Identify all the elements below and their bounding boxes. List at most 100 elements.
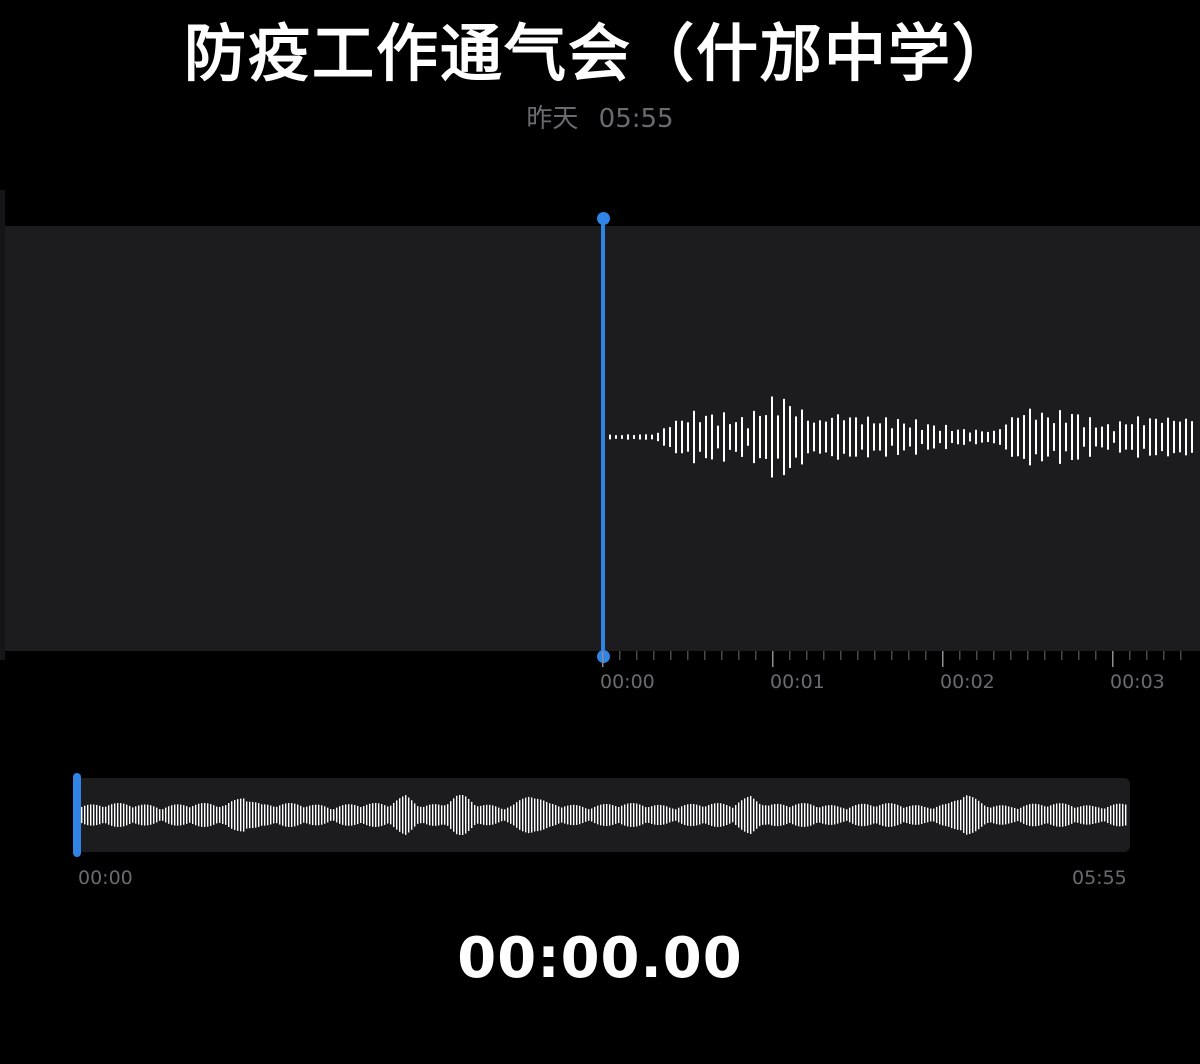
overview-bar [345,804,347,826]
overview-bar [996,805,998,825]
overview-bar [231,801,233,829]
overview-bar [912,805,914,825]
playhead-line[interactable] [601,218,605,658]
ruler-minor-tick [891,651,893,660]
waveform-bar [687,422,689,452]
overview-bar [417,806,419,824]
overview-bar [1062,803,1064,827]
waveform-bar [705,415,707,459]
overview-bar [423,806,425,824]
waveform-bar [963,429,965,445]
ruler-minor-tick [721,651,723,660]
overview-bar [279,805,281,825]
overview-bar [1050,805,1052,825]
playhead-top-handle[interactable] [597,212,610,225]
overview-bar [396,800,398,830]
overview-bar [507,807,509,823]
overview-bar [570,805,572,825]
overview-bar [1038,804,1040,826]
overview-bar [837,806,839,824]
ruler-minor-tick [1129,651,1131,660]
overview-bar [435,804,437,826]
overview-bar [759,803,761,827]
overview-bar [753,798,755,832]
overview-bar [246,801,248,829]
waveform-bar [1083,427,1085,447]
overview-bar [708,805,710,825]
waveform-bar [621,435,623,439]
overview-bar [729,806,731,824]
overview-scrub-handle[interactable] [73,773,81,857]
overview-bar [879,805,881,825]
ruler-label-1: 00:01 [770,671,825,693]
overview-bar [780,804,782,826]
overview-bar [744,798,746,832]
overview-bar [327,807,329,823]
overview-bar [849,807,851,823]
overview-bar [147,804,149,826]
waveform-bar [1179,421,1181,453]
overview-bar [981,803,983,827]
overview-bar [948,803,950,827]
overview-bar [885,803,887,827]
overview-bar [918,805,920,825]
overview-bar [747,796,749,834]
overview-bar [858,804,860,826]
waveform-bar [663,428,665,446]
overview-bar [897,804,899,826]
overview-bar [399,798,401,832]
overview-bar [1107,806,1109,824]
waveform-bar [855,417,857,457]
overview-bar [210,804,212,826]
overview-bar [561,807,563,823]
overview-bar [1023,806,1025,824]
overview-bar [978,800,980,830]
overview-bar [390,805,392,825]
overview-bar [909,806,911,824]
overview-bar [165,807,167,823]
overview-bar [651,806,653,824]
waveform-overview-scrubber[interactable] [75,778,1130,852]
overview-bar [939,805,941,825]
overview-bar [489,804,491,826]
waveform-bar [873,423,875,451]
waveform-bar [651,434,653,440]
overview-bar [675,809,677,821]
overview-bar [723,803,725,827]
overview-bar [132,807,134,823]
ruler-minor-tick [738,651,740,660]
overview-bar [105,806,107,824]
recording-title[interactable]: 防疫工作通气会（什邡中学） [0,12,1200,96]
overview-bar [1032,803,1034,827]
waveform-bar [885,417,887,457]
overview-bar [186,806,188,824]
overview-bar [366,804,368,826]
overview-bar [699,805,701,825]
overview-bar [579,805,581,825]
overview-bar [942,804,944,826]
overview-bar [291,803,293,827]
overview-bar [282,804,284,826]
ruler-minor-tick [1078,651,1080,660]
overview-bar [513,804,515,826]
overview-bar [1065,803,1067,827]
overview-bar [867,804,869,826]
overview-bar [153,806,155,824]
overview-bar [915,805,917,825]
overview-bar [360,807,362,823]
overview-bar [300,805,302,825]
overview-bar [1077,807,1079,823]
overview-bar [255,802,257,828]
overview-bar [696,804,698,826]
overview-bar [1098,807,1100,823]
overview-bar [108,805,110,825]
overview-bar [273,806,275,824]
overview-bar [591,808,593,822]
overview-bar [519,800,521,830]
overview-bar [546,801,548,829]
overview-bar [450,801,452,829]
overview-bar [303,807,305,823]
ruler-label-0: 00:00 [600,671,655,693]
overview-bar [201,803,203,827]
overview-bar [306,806,308,824]
